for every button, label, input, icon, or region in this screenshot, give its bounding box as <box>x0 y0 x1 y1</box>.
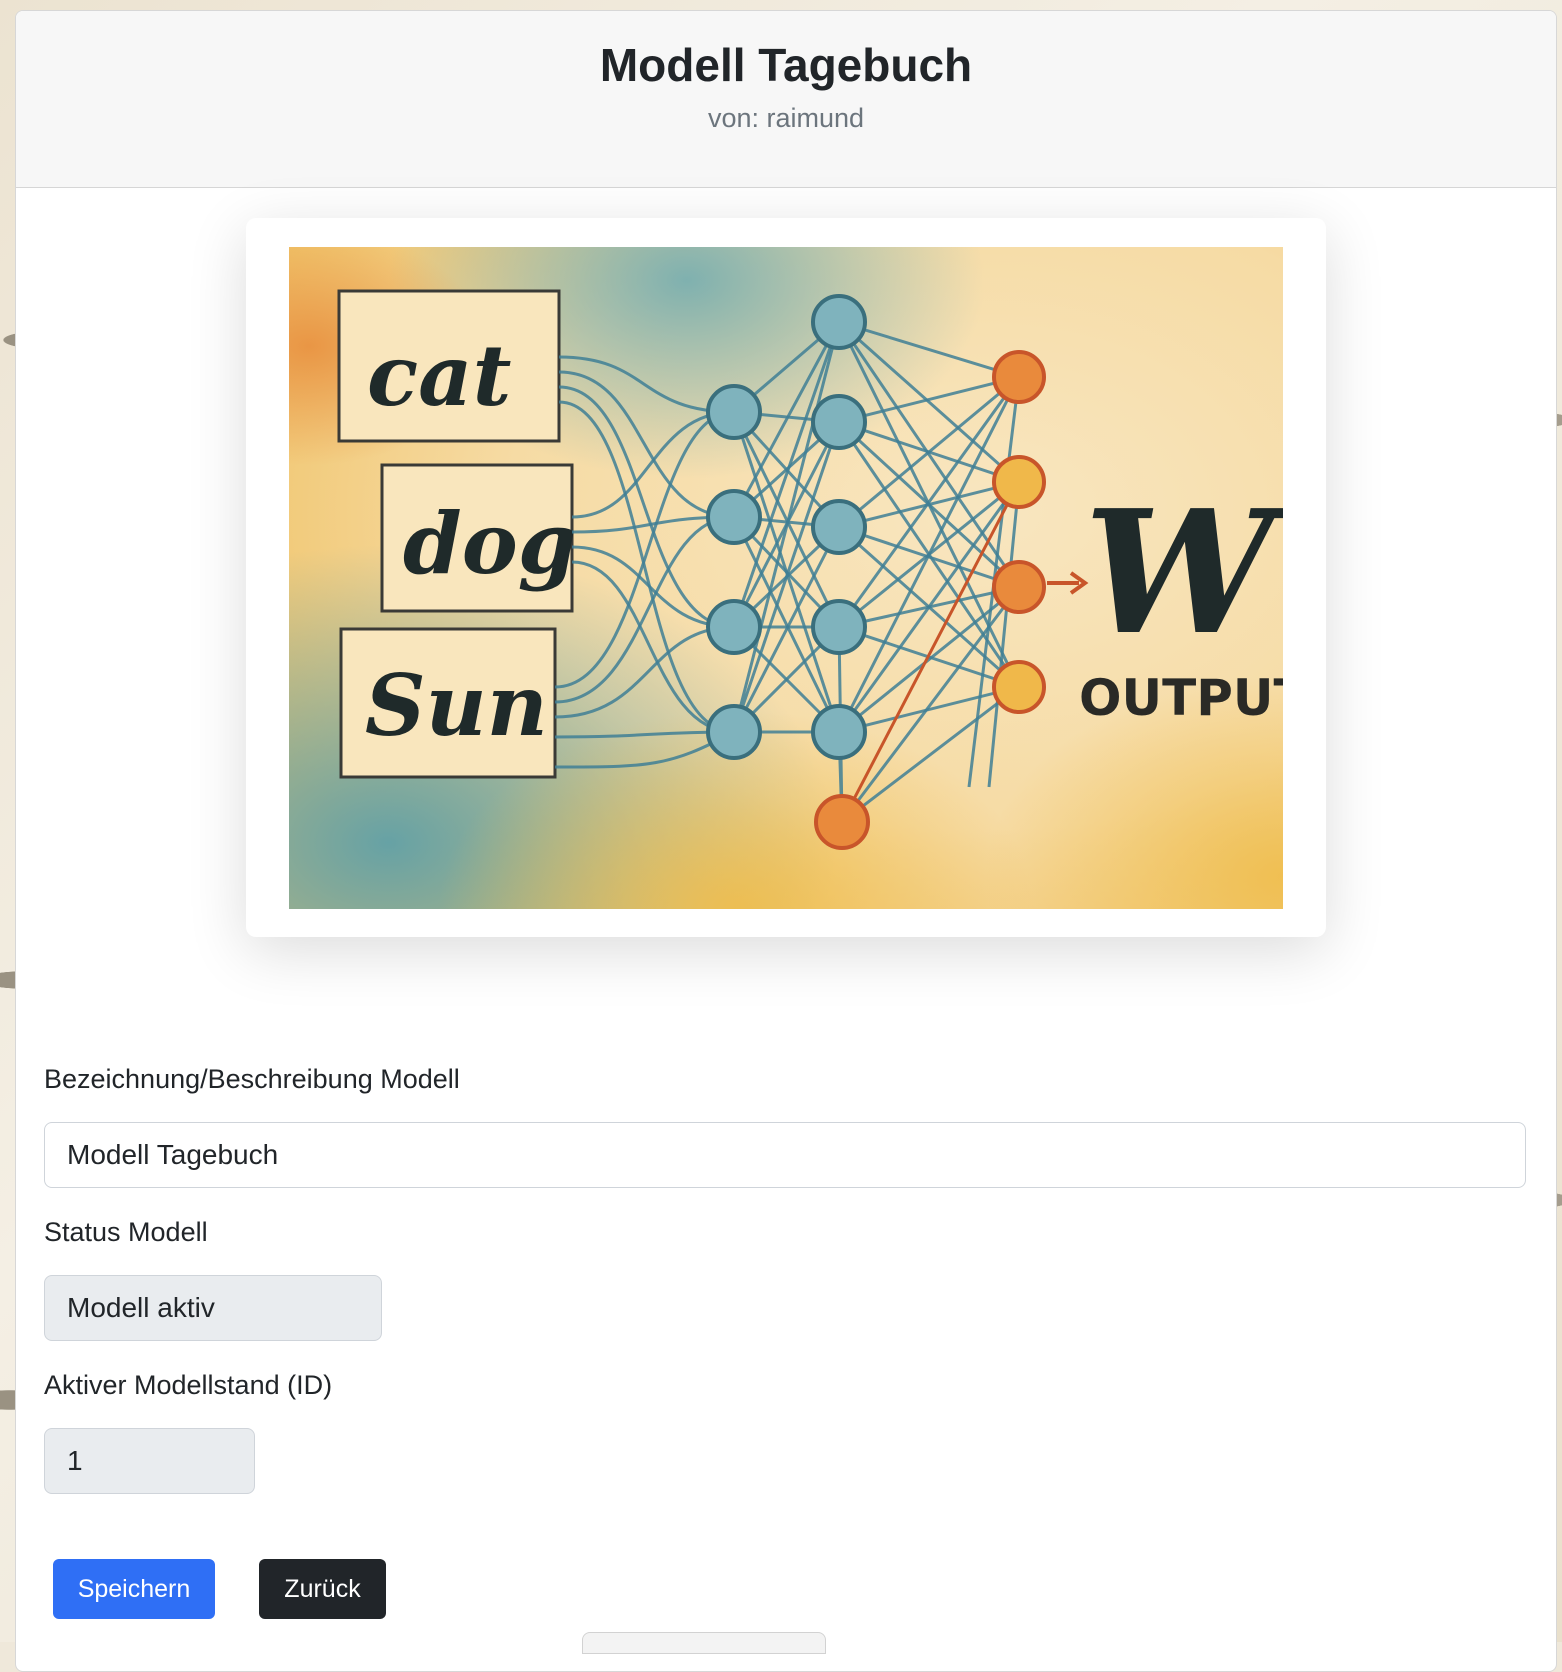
model-card: Modell Tagebuch von: raimund cat dog Sun… <box>15 10 1557 1672</box>
input-word-dog: dog <box>403 494 577 593</box>
page-title: Modell Tagebuch <box>599 39 973 91</box>
model-status-field[interactable]: Modell aktiv <box>44 1275 382 1341</box>
model-version-label: Aktiver Modellstand (ID) <box>44 1370 333 1400</box>
model-form: Bezeichnung/Beschreibung Modell Status M… <box>44 1057 1526 1494</box>
model-name-label: Bezeichnung/Beschreibung Modell <box>44 1064 460 1094</box>
model-image-frame: cat dog Sun W OUTPU <box>246 218 1326 937</box>
neural-network-illustration: cat dog Sun W OUTPU <box>289 247 1283 909</box>
back-button[interactable]: Zurück <box>259 1559 386 1619</box>
model-status-label: Status Modell <box>44 1217 208 1247</box>
card-header: Modell Tagebuch von: raimund <box>16 11 1556 188</box>
model-version-field[interactable]: 1 <box>44 1428 255 1494</box>
save-button[interactable]: Speichern <box>53 1559 215 1619</box>
bottom-floating-tab[interactable] <box>582 1632 826 1654</box>
input-word-cat: cat <box>367 326 511 425</box>
model-name-input[interactable] <box>44 1122 1526 1188</box>
author-subtitle: von: raimund <box>707 103 865 133</box>
output-label: OUTPUT <box>1079 669 1283 727</box>
input-word-sun: Sun <box>365 656 548 755</box>
output-letter: W <box>1084 473 1283 673</box>
